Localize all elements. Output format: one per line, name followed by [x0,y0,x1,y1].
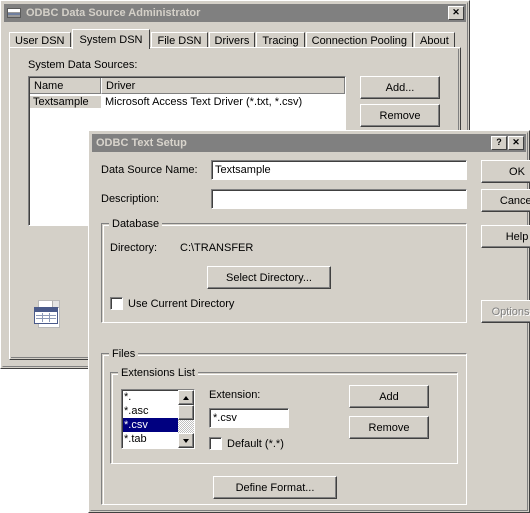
extensions-list-group-label: Extensions List [118,367,198,379]
files-group-label: Files [109,348,139,360]
extensions-items: *. *.asc *.csv *.tab [122,390,178,448]
data-source-info-icon [34,300,60,328]
help-icon[interactable]: ? [491,136,507,150]
list-item[interactable]: *.tab [122,432,178,446]
cancel-button[interactable]: Cancel [481,189,530,212]
database-group-label: Database [109,218,163,230]
use-current-directory-label: Use Current Directory [128,297,235,310]
remove-button[interactable]: Remove [360,104,440,127]
scroll-up-icon[interactable] [178,390,194,405]
close-icon[interactable]: ✕ [508,136,524,150]
options-button[interactable]: Options>> [481,300,530,323]
extension-label: Extension: [209,389,261,401]
cell-name: Textsample [29,95,101,108]
database-group: Database Directory: C:\TRANSFER Select D… [101,218,467,323]
scrollbar-thumb[interactable] [178,405,194,420]
extension-input[interactable]: *.csv [209,408,289,428]
directory-value: C:\TRANSFER [180,242,254,254]
add-button[interactable]: Add... [360,76,440,99]
extensions-list-group: Extensions List *. *.asc *.csv *.tab Ext… [110,367,458,464]
checkbox-box[interactable] [209,437,222,450]
column-header-name[interactable]: Name [29,77,101,94]
listview-header: Name Driver [29,77,345,94]
extensions-listbox[interactable]: *. *.asc *.csv *.tab [121,389,195,449]
help-button[interactable]: Help [481,225,530,248]
description-input[interactable] [211,189,467,209]
odbc-icon [6,6,22,20]
select-directory-button[interactable]: Select Directory... [207,266,331,289]
list-item[interactable]: *.asc [122,404,178,418]
default-checkbox[interactable]: Default (*.*) [209,437,284,450]
system-data-sources-label: System Data Sources: [28,59,138,71]
ok-button[interactable]: OK [481,160,530,183]
close-icon[interactable]: ✕ [448,6,464,20]
scroll-down-icon[interactable] [178,433,194,448]
default-label: Default (*.*) [227,437,284,450]
data-source-name-input[interactable]: Textsample [211,160,467,180]
directory-label: Directory: [110,242,158,254]
checkbox-box[interactable] [110,297,123,310]
main-window-title: ODBC Data Source Administrator [26,7,201,19]
data-source-name-label: Data Source Name: [101,164,198,176]
extension-add-button[interactable]: Add [349,385,429,408]
table-row[interactable]: Textsample Microsoft Access Text Driver … [29,94,345,109]
define-format-button[interactable]: Define Format... [213,476,337,499]
tab-system-dsn[interactable]: System DSN [71,29,151,49]
text-setup-titlebar[interactable]: ODBC Text Setup ? ✕ [92,134,526,152]
files-group: Files Extensions List *. *.asc *.csv *.t… [101,348,467,505]
list-item[interactable]: *. [122,390,178,404]
text-setup-title: ODBC Text Setup [96,137,187,149]
odbc-text-setup-dialog: ODBC Text Setup ? ✕ Data Source Name: Te… [88,130,530,513]
use-current-directory-checkbox[interactable]: Use Current Directory [110,297,234,310]
column-header-driver[interactable]: Driver [101,77,345,94]
cell-driver: Microsoft Access Text Driver (*.txt, *.c… [105,95,303,108]
description-label: Description: [101,193,160,205]
text-setup-body: Data Source Name: Textsample Description… [93,155,530,508]
main-titlebar[interactable]: ODBC Data Source Administrator ✕ [4,4,466,22]
extensions-scrollbar[interactable] [178,390,194,448]
scrollbar-track[interactable] [178,420,194,433]
list-item[interactable]: *.csv [122,418,178,432]
extension-remove-button[interactable]: Remove [349,416,429,439]
info-panel [28,296,68,334]
